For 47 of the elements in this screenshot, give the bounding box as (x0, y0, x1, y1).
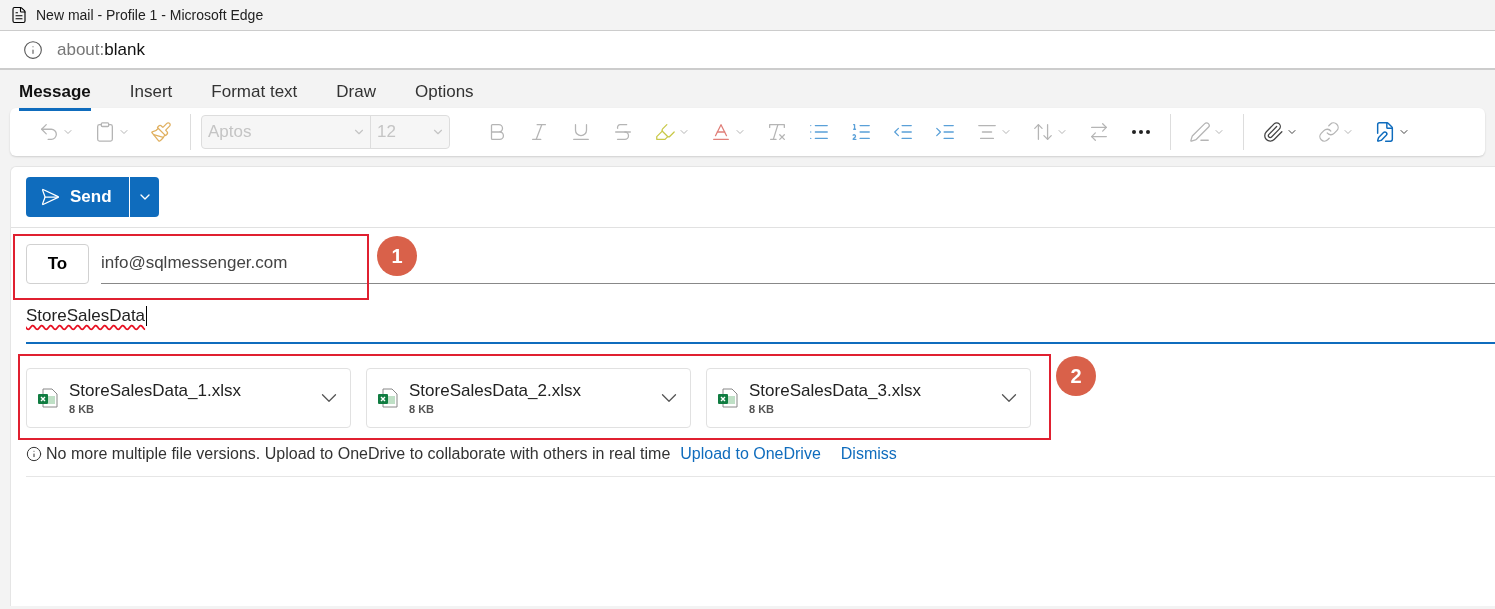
address-text[interactable]: about:blank (57, 39, 145, 60)
document-icon (10, 6, 28, 24)
send-options-button[interactable] (129, 177, 159, 217)
attachment-size: 8 KB (749, 403, 776, 415)
ribbon-tab[interactable]: Draw (336, 80, 376, 111)
undo-icon (38, 121, 60, 143)
to-button[interactable]: To (26, 244, 89, 284)
attachment-name: StoreSalesData_2.xlsx (409, 381, 582, 401)
subject-field[interactable]: StoreSalesData (26, 306, 1495, 344)
info-icon (26, 446, 42, 462)
link-icon (1318, 121, 1340, 143)
info-icon[interactable] (23, 39, 43, 60)
step-number: 1 (377, 236, 417, 276)
line-spacing-icon (1032, 121, 1054, 143)
strikethrough-icon (612, 121, 634, 143)
send-icon (40, 187, 60, 207)
paintbrush-icon (150, 121, 172, 143)
paperclip-icon (1262, 121, 1284, 143)
document-pen-icon (1374, 121, 1396, 143)
attachment-card[interactable]: StoreSalesData_2.xlsx 8 KB (366, 368, 691, 428)
step-number: 2 (1056, 356, 1096, 396)
font-color-icon (710, 121, 732, 143)
text-direction-icon (1088, 121, 1110, 143)
highlighter-icon (654, 121, 676, 143)
ribbon-tab[interactable]: Insert (129, 80, 173, 111)
numbered-list-icon (850, 121, 872, 143)
attachment-name: StoreSalesData_1.xlsx (69, 381, 242, 401)
spreadsheet-file-icon (377, 387, 399, 409)
send-button[interactable]: Send (26, 177, 129, 217)
spreadsheet-file-icon (717, 387, 739, 409)
clear-formatting-icon (766, 121, 788, 143)
more-icon (1132, 130, 1150, 134)
pen-icon (1189, 121, 1211, 143)
underline-icon (570, 121, 592, 143)
attachment-card[interactable]: StoreSalesData_1.xlsx 8 KB (26, 368, 351, 428)
ribbon-tab[interactable]: Options (415, 80, 474, 111)
spreadsheet-file-icon (37, 387, 59, 409)
attachment-name: StoreSalesData_3.xlsx (749, 381, 922, 401)
clipboard-icon (94, 121, 116, 143)
upload-link[interactable]: Upload to OneDrive (680, 445, 821, 463)
notice-text: No more multiple file versions. Upload to OneDrive to collaborate with others in real time (46, 445, 671, 463)
attachment-size: 8 KB (409, 403, 436, 415)
dismiss-link[interactable]: Dismiss (840, 445, 897, 463)
ribbon-tab[interactable]: Format text (211, 80, 298, 111)
window-title: New mail - Profile 1 - Microsoft Edge (36, 7, 264, 23)
attachment-size: 8 KB (69, 403, 96, 415)
attachment-card[interactable]: StoreSalesData_3.xlsx 8 KB (706, 368, 1031, 428)
